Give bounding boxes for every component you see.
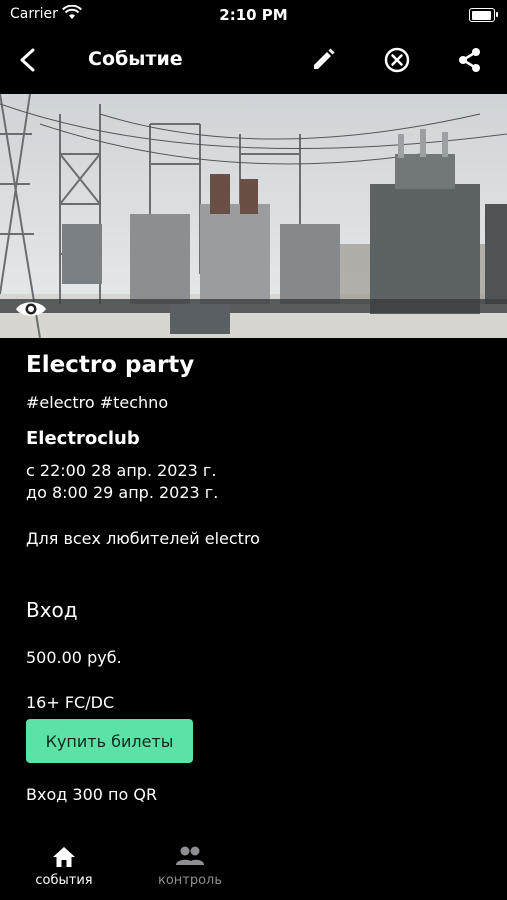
back-button[interactable] — [10, 42, 46, 78]
cancel-event-button[interactable] — [379, 42, 415, 78]
app-bar: Событие — [0, 28, 507, 92]
substation-photo — [0, 94, 507, 338]
home-icon — [50, 844, 78, 874]
chevron-left-icon — [20, 48, 35, 72]
battery-icon — [469, 8, 498, 22]
event-venue: Electroclub — [26, 428, 140, 449]
buy-tickets-button[interactable]: Купить билеты — [26, 719, 193, 763]
pencil-icon — [314, 48, 335, 69]
tab-control-label: контроль — [157, 873, 223, 888]
ticket-price: 500.00 руб. — [26, 648, 122, 667]
tab-events[interactable]: события — [0, 838, 128, 900]
page-title: Событие — [88, 48, 183, 70]
tab-events-label: события — [35, 873, 93, 888]
event-description: Для всех любителей electro — [26, 529, 260, 548]
edit-button[interactable] — [305, 42, 341, 78]
views-icon — [14, 298, 48, 324]
share-button[interactable] — [452, 42, 488, 78]
event-start-time: с 22:00 28 апр. 2023 г. — [26, 461, 217, 480]
event-title: Electro party — [26, 352, 195, 378]
status-bar: Carrier 2:10 PM — [0, 0, 507, 28]
event-end-time: до 8:00 29 апр. 2023 г. — [26, 483, 219, 502]
age-restriction: 16+ FC/DC — [26, 693, 115, 712]
entry-heading: Вход — [26, 598, 78, 622]
close-circle-icon — [384, 47, 410, 73]
clock: 2:10 PM — [219, 6, 288, 24]
tab-control[interactable]: контроль — [126, 838, 254, 900]
tab-bar: события контроль — [0, 838, 507, 900]
event-image[interactable] — [0, 94, 507, 338]
people-icon — [175, 844, 205, 872]
event-tags: #electro #techno — [26, 393, 169, 412]
share-icon — [459, 48, 480, 72]
qr-entry-note: Вход 300 по QR — [26, 785, 158, 804]
